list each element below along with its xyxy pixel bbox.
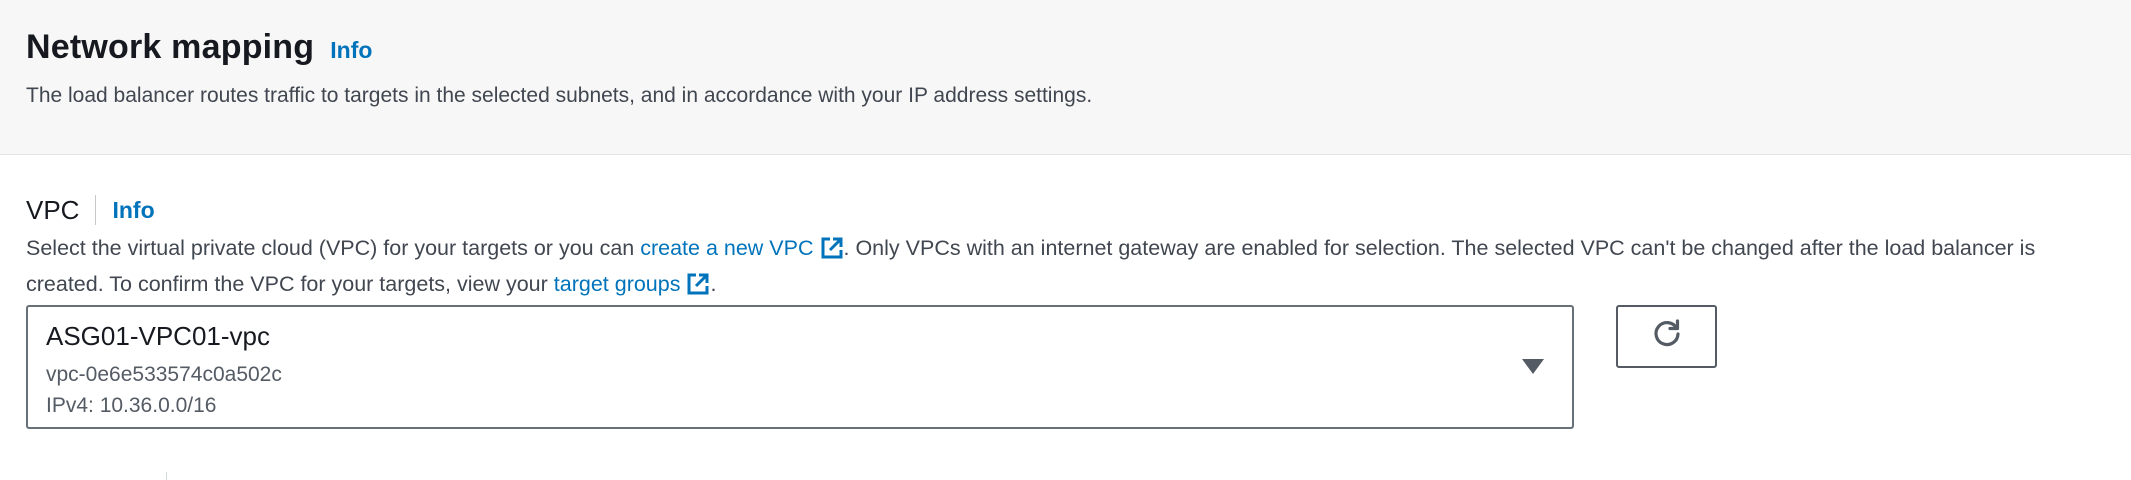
section-description: The load balancer routes traffic to targ… [26, 84, 1093, 107]
create-vpc-link-label[interactable]: create a new VPC [640, 236, 813, 260]
section-title-row: Network mapping Info [26, 28, 372, 67]
vpc-description-text-3: . [710, 272, 717, 296]
label-divider-partial [166, 472, 167, 480]
vpc-select[interactable]: ASG01-VPC01-vpc vpc-0e6e533574c0a502c IP… [26, 305, 1574, 429]
vpc-description: Select the virtual private cloud (VPC) f… [26, 233, 2116, 305]
target-groups-link[interactable]: target groups [554, 272, 711, 296]
section-title: Network mapping [26, 28, 315, 66]
section-info-link[interactable]: Info [330, 37, 372, 64]
refresh-icon[interactable] [1649, 316, 1685, 357]
selected-vpc-name: ASG01-VPC01-vpc [46, 321, 270, 351]
external-link-icon[interactable] [686, 272, 710, 305]
caret-down-icon[interactable] [1522, 359, 1544, 374]
section-header: Network mapping Info The load balancer r… [0, 0, 2131, 155]
target-groups-link-label[interactable]: target groups [554, 272, 681, 296]
vpc-info-link[interactable]: Info [112, 197, 154, 224]
vpc-label: VPC [26, 194, 80, 225]
selected-vpc-id: vpc-0e6e533574c0a502c [46, 363, 282, 386]
create-vpc-link[interactable]: create a new VPC [640, 236, 843, 260]
vpc-description-text-1: Select the virtual private cloud (VPC) f… [26, 236, 641, 260]
label-divider [95, 195, 97, 225]
refresh-button[interactable] [1616, 305, 1717, 368]
external-link-icon[interactable] [820, 236, 844, 269]
vpc-label-row: VPC Info [26, 192, 155, 228]
selected-vpc-cidr: IPv4: 10.36.0.0/16 [46, 394, 217, 417]
